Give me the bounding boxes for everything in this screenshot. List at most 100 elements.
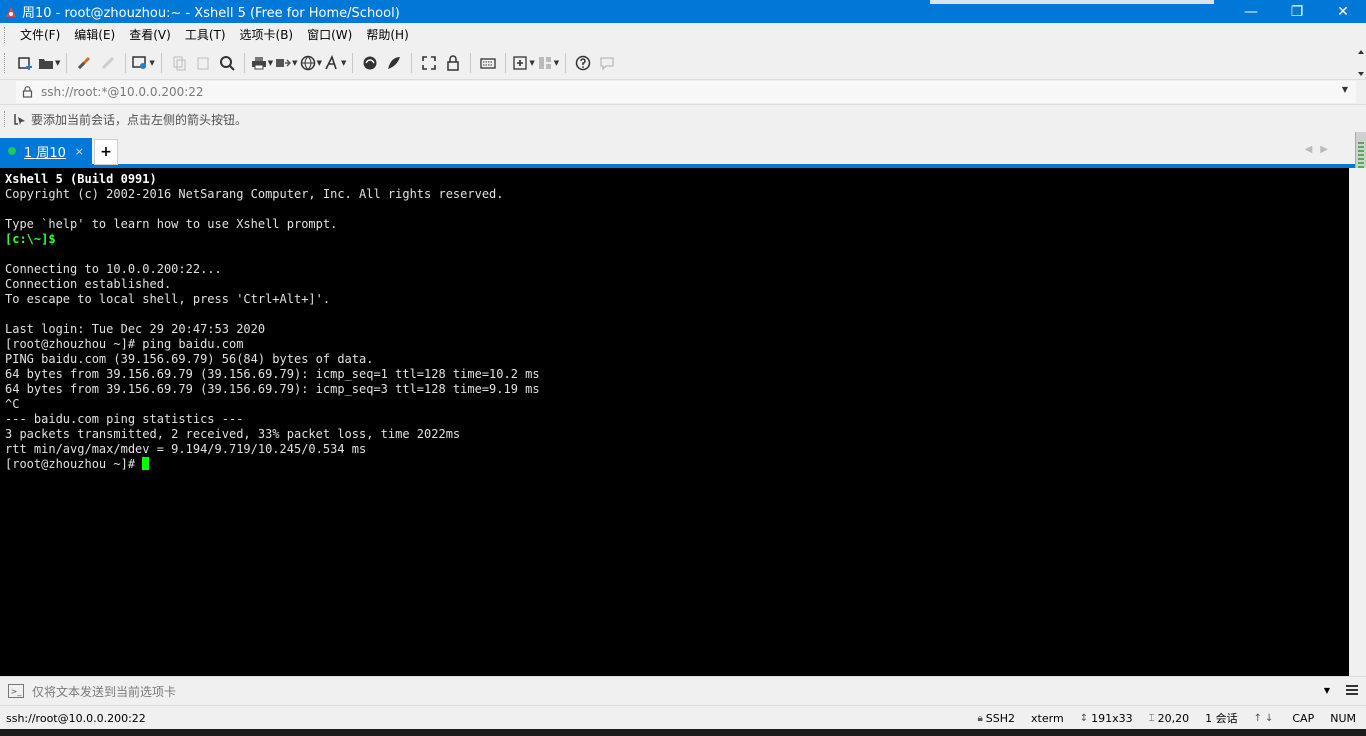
status-connection: ssh://root@10.0.0.200:22	[6, 711, 146, 725]
toolbar-separator	[243, 53, 245, 73]
toolbar-separator	[160, 53, 162, 73]
transfer-icon[interactable]: ▼	[275, 52, 298, 74]
chevron-down-icon[interactable]: ▼	[1324, 686, 1330, 695]
hint-grip[interactable]	[4, 111, 13, 127]
menu-bar: 文件(F) 编辑(E) 查看(V) 工具(T) 选项卡(B) 窗口(W) 帮助(…	[0, 23, 1366, 47]
hint-text: 要添加当前会话，点击左侧的箭头按钮。	[31, 112, 248, 127]
terminal-cursor	[142, 457, 150, 470]
size-text: 191x33	[1091, 711, 1133, 725]
status-num: NUM	[1330, 711, 1356, 725]
window-controls: — ❐ ✕	[1228, 0, 1366, 23]
xshell-window: 周10 - root@zhouzhou:~ - Xshell 5 (Free f…	[0, 0, 1366, 736]
toolbar: ▼ ▼ ▼ ▼ ▼ ▼ ▼ ▼	[0, 47, 1366, 79]
properties-icon[interactable]: ▼	[132, 52, 155, 74]
tab-nav-arrows[interactable]: ◀▶	[1305, 144, 1336, 155]
cursor-text: 20,20	[1157, 711, 1190, 725]
menu-window[interactable]: 窗口(W)	[300, 23, 359, 47]
status-scroll-icons: ↑ ↓	[1246, 713, 1285, 724]
menu-edit[interactable]: 编辑(E)	[67, 23, 122, 47]
terminal-scrollbar[interactable]	[1349, 168, 1366, 676]
menu-help[interactable]: 帮助(H)	[359, 23, 415, 47]
close-button[interactable]: ✕	[1320, 0, 1366, 23]
print-icon[interactable]: ▼	[251, 52, 273, 74]
compose-icon[interactable]: >_	[8, 684, 24, 698]
status-sessions: 1 会话	[1205, 712, 1238, 725]
layout-icon[interactable]: ▼	[537, 52, 559, 74]
new-tab-icon[interactable]: ▼	[512, 52, 535, 74]
open-folder-icon[interactable]: ▼	[38, 52, 60, 74]
term-line: Last login: Tue Dec 29 20:47:53 2020	[5, 322, 266, 336]
toolbar-separator	[565, 53, 567, 73]
xmanager-icon[interactable]	[383, 52, 405, 74]
term-line	[5, 307, 1344, 322]
status-right-group: 🔒︎ SSH2 xterm ↕ 191x33 ⌶ 20,20 1 会话 ↑ ↓ CAP …	[969, 706, 1364, 730]
chevron-down-icon[interactable]: ▼	[1342, 85, 1348, 94]
address-field[interactable]: ssh://root:*@10.0.0.200:22 ▼	[16, 81, 1356, 103]
compose-bar: >_ 仅将文本发送到当前选项卡 ▼	[0, 676, 1366, 705]
term-line-prompt: [root@zhouzhou ~]#	[5, 457, 1344, 472]
minimize-button[interactable]: —	[1228, 0, 1274, 23]
lock-icon[interactable]	[442, 52, 464, 74]
globe-icon[interactable]: ▼	[300, 52, 322, 74]
find-icon[interactable]	[216, 52, 238, 74]
restore-button[interactable]: ❐	[1274, 0, 1320, 23]
status-bar: ssh://root@10.0.0.200:22 🔒︎ SSH2 xterm ↕ 1…	[0, 705, 1366, 730]
resize-icon: ↕	[1079, 712, 1089, 724]
status-caps: CAP	[1292, 711, 1315, 725]
menu-tabs[interactable]: 选项卡(B)	[233, 23, 301, 47]
font-icon[interactable]: ▼	[324, 52, 346, 74]
term-line: 64 bytes from 39.156.69.79 (39.156.69.79…	[5, 367, 540, 381]
term-line: 64 bytes from 39.156.69.79 (39.156.69.79…	[5, 382, 540, 396]
status-size: ↕ 191x33	[1072, 712, 1141, 725]
window-title: 周10 - root@zhouzhou:~ - Xshell 5 (Free f…	[22, 6, 400, 21]
term-line: [root@zhouzhou ~]# ping baidu.com	[5, 337, 244, 351]
menu-icon[interactable]	[1346, 685, 1358, 695]
toolbar-separator	[66, 53, 68, 73]
compose-input[interactable]: 仅将文本发送到当前选项卡	[32, 683, 176, 700]
paste-icon[interactable]	[192, 52, 214, 74]
address-bar: ssh://root:*@10.0.0.200:22 ▼	[0, 79, 1366, 105]
address-text: ssh://root:*@10.0.0.200:22	[41, 85, 204, 99]
add-session-arrow-icon[interactable]	[13, 112, 27, 126]
title-bar: 周10 - root@zhouzhou:~ - Xshell 5 (Free f…	[0, 0, 1366, 23]
menu-view[interactable]: 查看(V)	[122, 23, 178, 47]
terminal-output[interactable]: Xshell 5 (Build 0991) Copyright (c) 2002…	[0, 168, 1349, 676]
disconnect-icon[interactable]	[97, 52, 119, 74]
close-tab-icon[interactable]: ×	[75, 145, 84, 158]
cursor-pos-icon: ⌶	[1148, 712, 1155, 724]
term-line: ^C	[5, 397, 20, 411]
term-line: Connecting to 10.0.0.200:22...	[5, 262, 222, 276]
term-line: PING baidu.com (39.156.69.79) 56(84) byt…	[5, 352, 374, 366]
connect-icon[interactable]	[73, 52, 95, 74]
toolbar-overflow[interactable]	[1356, 47, 1366, 79]
new-session-icon[interactable]	[14, 52, 36, 74]
copy-icon[interactable]	[168, 52, 190, 74]
toolbar-grip[interactable]	[4, 53, 13, 73]
menu-tools[interactable]: 工具(T)	[178, 23, 233, 47]
toolbar-separator	[470, 53, 472, 73]
lock-icon: 🔒︎	[977, 712, 983, 724]
status-terminal-type: xterm	[1031, 711, 1064, 725]
toolbar-separator	[352, 53, 354, 73]
status-protocol: 🔒︎ SSH2	[969, 712, 1023, 725]
scroll-down-icon[interactable]: ↓	[1265, 713, 1273, 724]
menu-file[interactable]: 文件(F)	[13, 23, 67, 47]
session-hint-bar: 要添加当前会话，点击左侧的箭头按钮。	[0, 105, 1366, 133]
add-tab-button[interactable]: +	[94, 139, 118, 165]
toolbar-separator	[505, 53, 507, 73]
help-icon[interactable]	[572, 52, 594, 74]
xftp-icon[interactable]	[359, 52, 381, 74]
scroll-up-icon[interactable]: ↑	[1254, 713, 1262, 724]
tab-label: 1 周10	[24, 145, 66, 161]
status-cursor: ⌶ 20,20	[1141, 712, 1198, 725]
menu-grip[interactable]	[4, 27, 13, 43]
os-taskbar	[0, 729, 1366, 736]
tab-session-1[interactable]: 1 周10 ×	[0, 138, 92, 164]
chat-icon[interactable]	[596, 52, 618, 74]
protocol-text: SSH2	[985, 711, 1016, 725]
term-line	[5, 247, 1344, 262]
connected-status-icon	[8, 147, 16, 155]
fullscreen-icon[interactable]	[418, 52, 440, 74]
term-line: Connection established.	[5, 277, 172, 291]
keyboard-icon[interactable]	[477, 52, 499, 74]
